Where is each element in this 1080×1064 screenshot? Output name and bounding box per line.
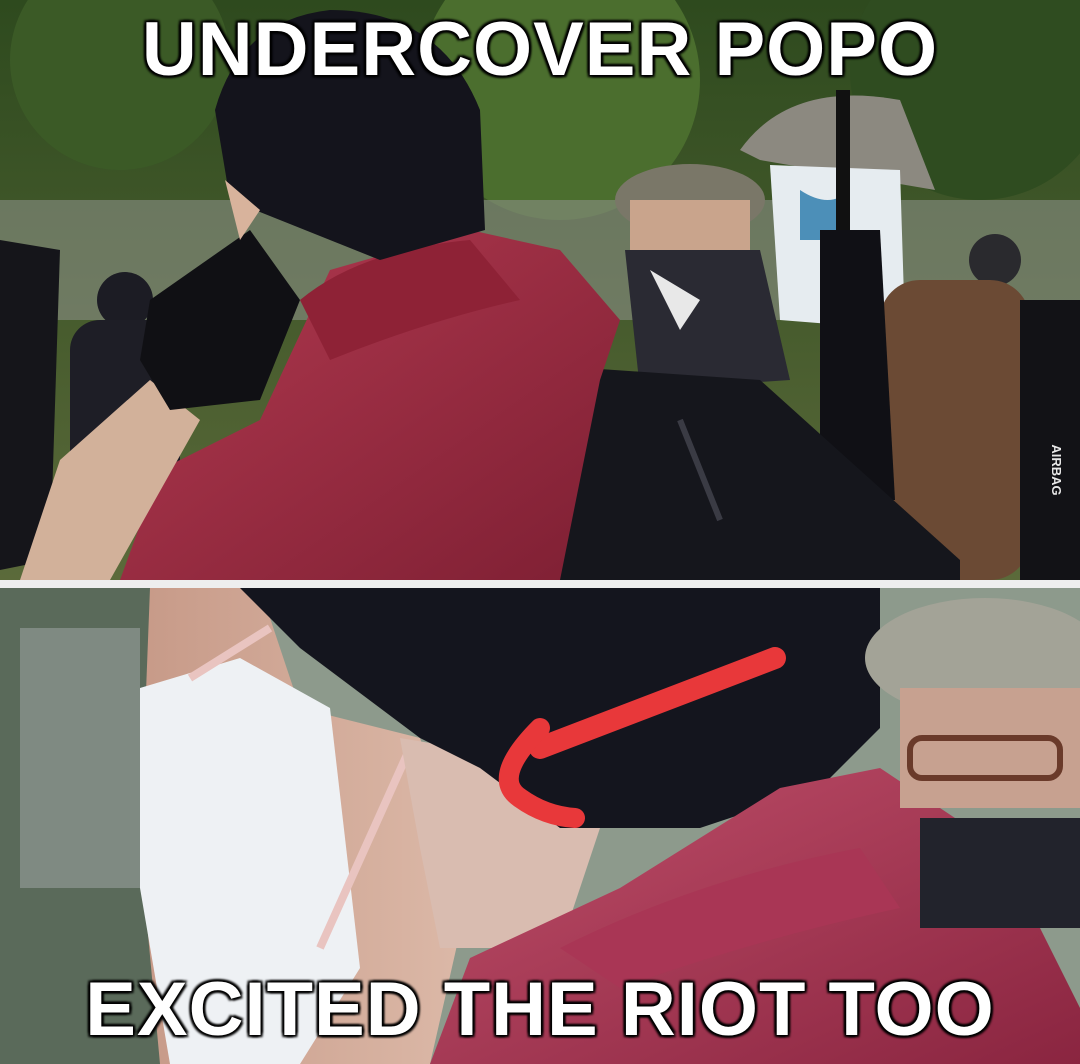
right-backpack	[1020, 300, 1080, 580]
bandana	[920, 818, 1080, 928]
flat-cap-man-face	[900, 688, 1080, 808]
top-caption: UNDERCOVER POPO	[141, 7, 939, 92]
umbrella-pole	[836, 90, 850, 240]
backpack-strap-label: AIRBAG	[1049, 444, 1064, 495]
background-window	[20, 628, 140, 888]
bottom-caption: EXCITED THE RIOT TOO	[85, 967, 995, 1052]
background-person	[969, 234, 1021, 286]
background-person	[97, 272, 153, 328]
panel-divider	[0, 580, 1080, 588]
